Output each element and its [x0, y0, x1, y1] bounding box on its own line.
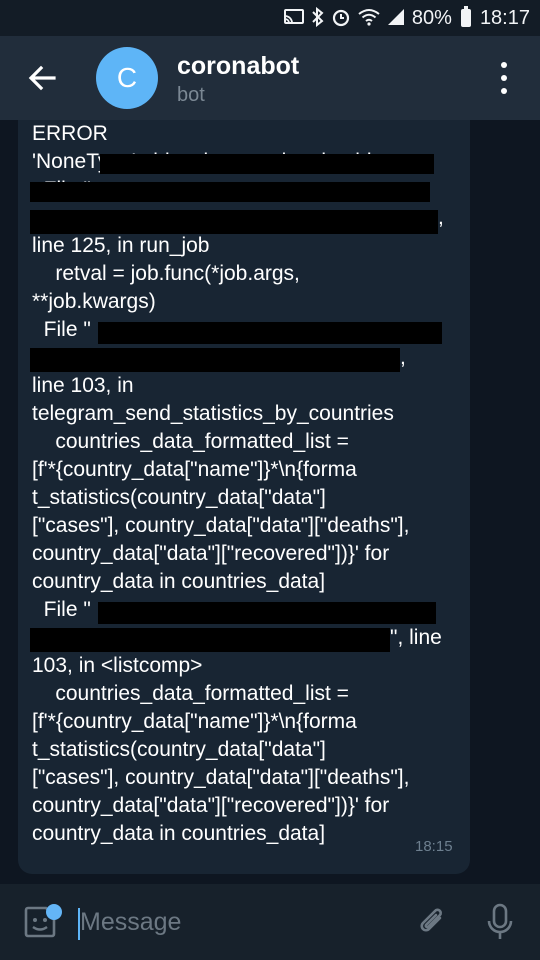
redaction-block	[100, 154, 434, 174]
message-line: country_data["data"]["recovered"])}' for	[32, 542, 390, 565]
chat-area[interactable]: ERROR 'NoneType' object is not subscript…	[0, 120, 540, 884]
message-line: t_statistics(country_data["data"]	[32, 738, 326, 761]
status-bar: 80% 18:17	[0, 0, 540, 36]
message-line: **job.kwargs)	[32, 290, 156, 313]
message-line: telegram_send_statistics_by_countries	[32, 402, 394, 425]
chat-title[interactable]: coronabot	[177, 52, 299, 81]
message-line: File "	[32, 598, 91, 621]
redaction-block	[30, 348, 400, 372]
message-line: countries_data_formatted_list =	[32, 682, 349, 705]
message-line: line 125, in run_job	[32, 234, 210, 257]
message-composer	[0, 884, 540, 960]
chat-header: C coronabot bot	[0, 36, 540, 120]
redaction-block	[30, 182, 430, 202]
message-line: ["cases"], country_data["data"]["deaths"…	[32, 766, 410, 789]
chat-subtitle: bot	[177, 84, 205, 106]
sticker-notification-dot	[46, 904, 62, 920]
avatar[interactable]: C	[96, 47, 158, 109]
wifi-icon	[358, 8, 380, 29]
attach-button[interactable]	[414, 904, 450, 940]
message-line: countries_data_formatted_list =	[32, 430, 349, 453]
signal-icon	[387, 8, 405, 29]
message-line: t_statistics(country_data["data"]	[32, 486, 326, 509]
message-time: 18:15	[415, 838, 453, 855]
message-line: ,	[438, 206, 444, 229]
cast-icon	[283, 8, 305, 29]
back-button[interactable]	[24, 60, 60, 96]
battery-icon	[460, 6, 471, 27]
message-line: ,	[400, 346, 406, 369]
redaction-block	[30, 628, 390, 652]
message-bubble[interactable]: ERROR 'NoneType' object is not subscript…	[18, 120, 470, 874]
microphone-icon	[487, 903, 513, 939]
avatar-letter: C	[116, 62, 138, 93]
redaction-block	[98, 322, 442, 344]
message-line: 103, in <listcomp>	[32, 654, 203, 677]
more-options-button[interactable]	[494, 62, 514, 94]
arrow-left-icon	[28, 65, 56, 91]
bluetooth-icon	[312, 6, 324, 30]
voice-record-button[interactable]	[482, 902, 518, 942]
message-line: line 103, in	[32, 374, 134, 397]
message-line: ["cases"], country_data["data"]["deaths"…	[32, 514, 410, 537]
paperclip-icon	[420, 908, 442, 932]
message-line: country_data in countries_data]	[32, 570, 326, 593]
message-line: country_data in countries_data]	[32, 822, 326, 845]
status-time: 18:17	[479, 6, 530, 29]
redaction-block	[30, 210, 438, 234]
more-vert-icon	[501, 62, 507, 68]
redaction-block	[98, 602, 436, 624]
message-line: country_data["data"]["recovered"])}' for	[32, 794, 390, 817]
message-input[interactable]	[80, 902, 380, 942]
message-line: ", line	[390, 626, 442, 649]
message-line: retval = job.func(*job.args,	[32, 262, 300, 285]
message-line: [f'*{country_data["name"]}*\n{forma	[32, 458, 357, 481]
message-line: File "	[32, 318, 91, 341]
message-line: ERROR	[32, 122, 108, 145]
message-line: [f'*{country_data["name"]}*\n{forma	[32, 710, 357, 733]
battery-percent: 80%	[411, 6, 452, 29]
alarm-icon	[331, 7, 351, 30]
